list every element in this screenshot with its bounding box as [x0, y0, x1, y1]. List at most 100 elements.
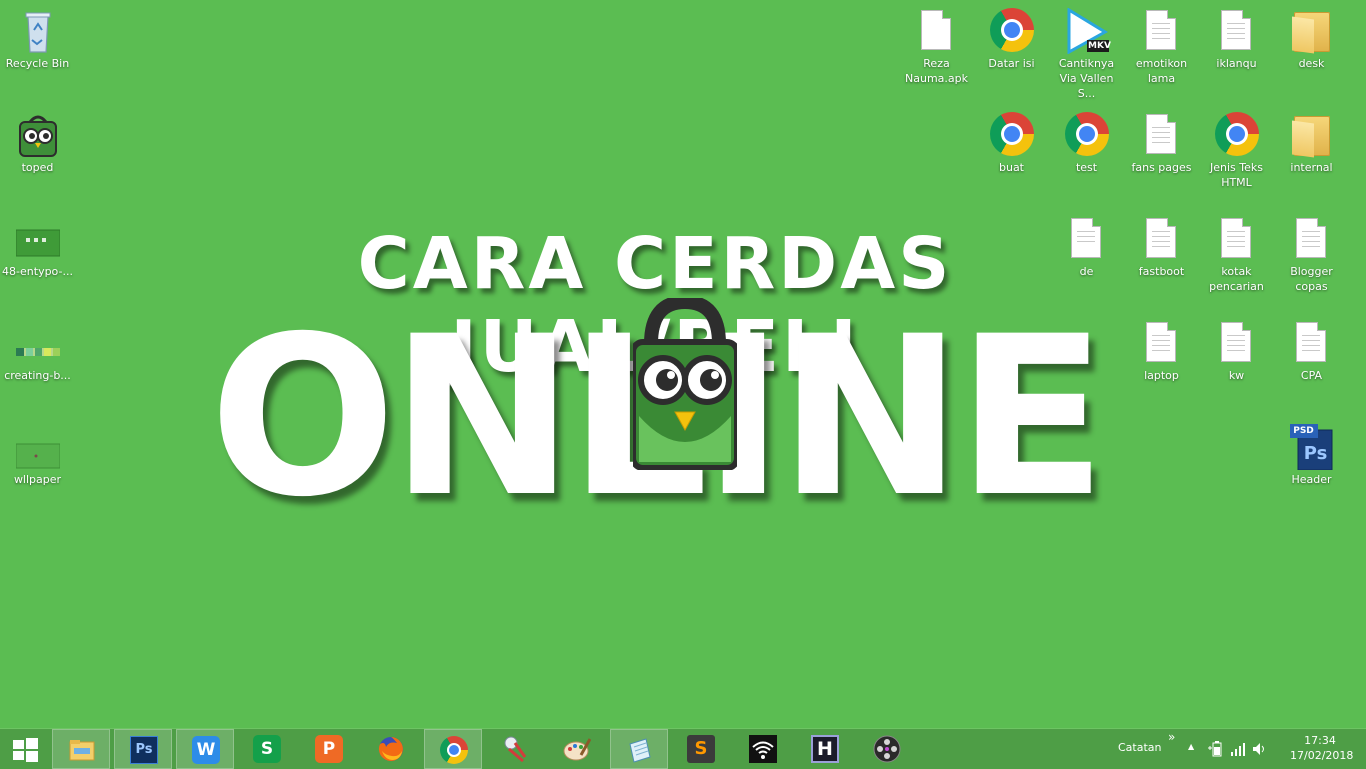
desktop-icon-label: toped	[21, 161, 54, 174]
tokopedia-owl-mascot	[630, 294, 740, 471]
desktop: Recycle Bin toped 48-entypo-... creating…	[0, 0, 1366, 728]
toolbar-label-catatan[interactable]: Catatan	[1118, 741, 1162, 754]
desktop-icon-creating-b[interactable]: creating-b...	[0, 312, 75, 383]
desktop-icon-label: internal	[1290, 161, 1333, 174]
taskbar-snipping-tool[interactable]	[486, 729, 544, 769]
chrome-icon	[989, 112, 1034, 158]
taskbar-firefox[interactable]	[362, 729, 420, 769]
network-signal-icon[interactable]	[1230, 741, 1246, 757]
taskbar-video-app[interactable]	[858, 729, 916, 769]
image-thumbnail-icon	[15, 216, 60, 262]
desktop-icon-laptop[interactable]: laptop	[1124, 312, 1199, 383]
volume-icon[interactable]	[1252, 741, 1268, 757]
desktop-icon-label: Header	[1291, 473, 1332, 486]
desktop-icon-kotak-pencarian[interactable]: kotak pencarian	[1199, 208, 1274, 294]
clock-date: 17/02/2018	[1290, 749, 1354, 762]
document-icon	[1215, 8, 1259, 54]
windows-logo-icon	[13, 738, 38, 762]
desktop-icon-label: creating-b...	[4, 369, 71, 382]
document-icon	[915, 8, 959, 54]
taskbar-wps-presentation[interactable]: P	[300, 729, 358, 769]
taskbar-chrome[interactable]	[424, 729, 482, 769]
desktop-icon-toped[interactable]: toped	[0, 104, 75, 175]
desktop-icon-48-entypo[interactable]: 48-entypo-...	[0, 208, 75, 279]
taskbar-paint[interactable]	[548, 729, 606, 769]
desktop-icon-reza-nauma-apk[interactable]: Reza Nauma.apk	[899, 0, 974, 86]
chrome-icon	[1064, 112, 1109, 158]
tokopedia-icon	[16, 112, 60, 158]
desktop-icon-label: Blogger copas	[1290, 265, 1333, 293]
document-icon	[1140, 112, 1184, 158]
taskbar-file-explorer[interactable]	[52, 729, 110, 769]
system-tray: Catatan » ▲ 17:34 17/02/2018	[1106, 729, 1366, 769]
desktop-icon-wllpaper[interactable]: wllpaper	[0, 416, 75, 487]
desktop-icon-fastboot[interactable]: fastboot	[1124, 208, 1199, 279]
desktop-icon-label: CPA	[1300, 369, 1323, 382]
taskbar-wps-writer[interactable]: W	[176, 729, 234, 769]
desktop-icon-buat[interactable]: buat	[974, 104, 1049, 175]
firefox-icon	[378, 737, 403, 761]
folder-icon	[1290, 112, 1334, 158]
wps-writer-icon: W	[192, 736, 220, 764]
wps-presentation-icon-text: P	[322, 739, 336, 759]
photoshop-psd-icon: PSD Ps	[1289, 424, 1334, 471]
desktop-icon-label: test	[1075, 161, 1098, 174]
h-app-icon: H	[811, 735, 839, 763]
desktop-icon-label: Recycle Bin	[5, 57, 70, 70]
image-thumbnail-icon	[15, 424, 60, 470]
taskbar-photoshop[interactable]: Ps	[114, 729, 172, 769]
toolbar-chevron-icon[interactable]: »	[1168, 730, 1175, 744]
desktop-icon-label: kw	[1228, 369, 1245, 382]
desktop-icon-emotikon-lama[interactable]: emotikon lama	[1124, 0, 1199, 86]
desktop-icon-label: laptop	[1144, 369, 1179, 382]
document-icon	[1290, 320, 1334, 366]
desktop-icon-fans-pages[interactable]: fans pages	[1124, 104, 1199, 175]
desktop-icon-label: fans pages	[1131, 161, 1192, 174]
image-thumbnail-icon	[15, 320, 60, 366]
film-reel-icon	[873, 735, 901, 763]
desktop-icon-datar-isi[interactable]: Datar isi	[974, 0, 1049, 71]
taskbar-wps-spreadsheet[interactable]: S	[238, 729, 296, 769]
wps-presentation-icon: P	[315, 735, 343, 763]
clock[interactable]: 17:34 17/02/2018	[1290, 733, 1354, 763]
wps-spreadsheet-icon-text: S	[260, 739, 274, 759]
mkv-badge: MKV	[1088, 41, 1111, 51]
snipping-tool-icon	[504, 736, 527, 763]
mkv-video-icon: MKV	[1065, 7, 1111, 55]
document-icon	[1140, 216, 1184, 262]
sublime-text-icon: S	[687, 735, 715, 763]
desktop-icon-label: 48-entypo-...	[2, 265, 73, 278]
document-icon	[1215, 216, 1259, 262]
desktop-icon-kw[interactable]: kw	[1199, 312, 1274, 383]
clock-time: 17:34	[1304, 734, 1336, 747]
document-icon	[1290, 216, 1334, 262]
h-app-icon-text: H	[817, 738, 833, 760]
desktop-icon-cantiknya-via-vallen[interactable]: MKV Cantiknya Via Vallen S...	[1049, 0, 1124, 101]
desktop-icon-cpa[interactable]: CPA	[1274, 312, 1349, 383]
document-icon	[1140, 8, 1184, 54]
desktop-icon-internal[interactable]: internal	[1274, 104, 1349, 175]
taskbar-wifi-app[interactable]	[734, 729, 792, 769]
desktop-icon-label: iklanqu	[1216, 57, 1257, 70]
desktop-icon-label: emotikon lama	[1135, 57, 1188, 85]
wps-writer-icon-text: W	[196, 740, 216, 760]
document-icon	[1140, 320, 1184, 366]
chrome-icon	[1214, 112, 1259, 158]
desktop-icon-test[interactable]: test	[1049, 104, 1124, 175]
sublime-text-icon-text: S	[694, 738, 708, 759]
photoshop-icon-text: Ps	[135, 742, 153, 757]
start-button[interactable]	[0, 729, 50, 769]
desktop-icon-recycle-bin[interactable]: Recycle Bin	[0, 0, 75, 71]
desktop-icon-blogger-copas[interactable]: Blogger copas	[1274, 208, 1349, 294]
desktop-icon-jenis-teks-html[interactable]: Jenis Teks HTML	[1199, 104, 1274, 190]
desktop-icon-header-psd[interactable]: PSD Ps Header	[1274, 416, 1349, 487]
desktop-icon-label: Datar isi	[988, 57, 1035, 70]
taskbar-notepad[interactable]	[610, 729, 668, 769]
desktop-icon-iklanqu[interactable]: iklanqu	[1199, 0, 1274, 71]
show-hidden-icons-icon[interactable]: ▲	[1188, 742, 1194, 751]
desktop-icon-desk[interactable]: desk	[1274, 0, 1349, 71]
taskbar-h-app[interactable]: H	[796, 729, 854, 769]
folder-icon	[1290, 8, 1334, 54]
taskbar-sublime-text[interactable]: S	[672, 729, 730, 769]
battery-icon[interactable]	[1208, 741, 1224, 757]
